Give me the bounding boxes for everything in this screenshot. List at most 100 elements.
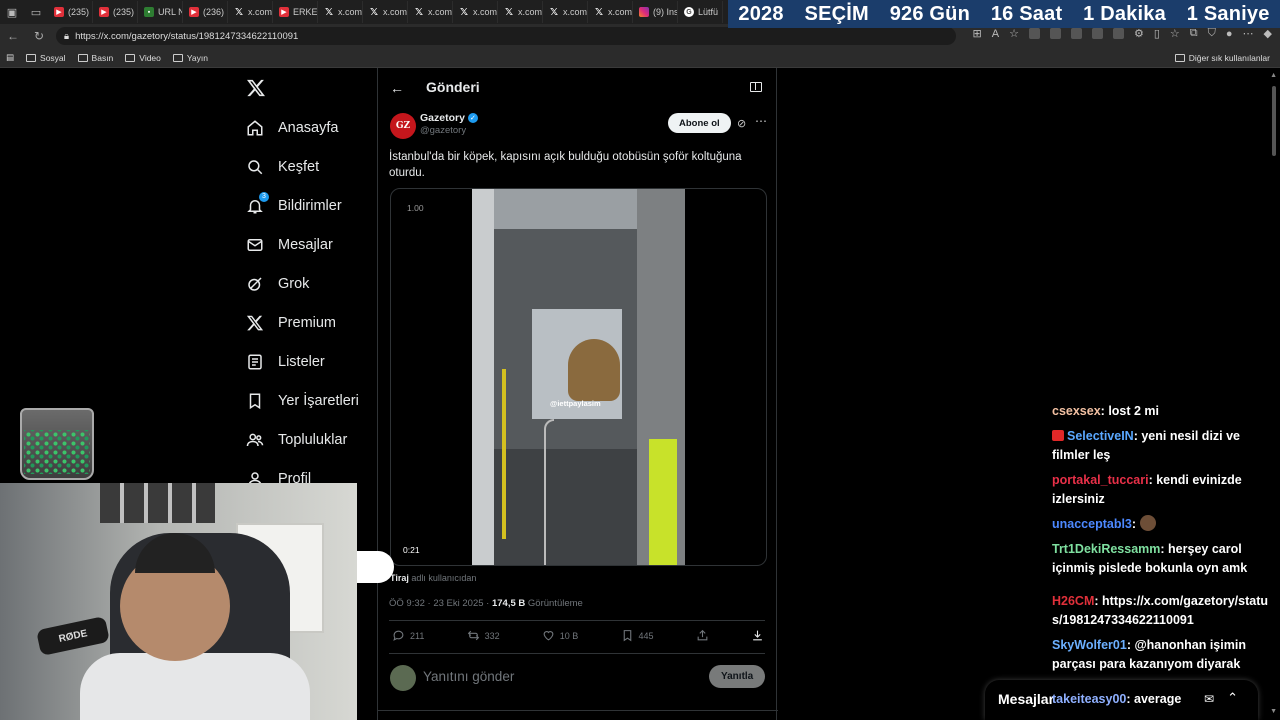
repost-button[interactable]: 332 — [467, 629, 500, 642]
extension-icon[interactable] — [1028, 28, 1040, 39]
chat-text: average — [1134, 692, 1182, 706]
list-icon — [246, 353, 264, 371]
chat-message: SelectiveIN: yeni nesil dizi ve filmler … — [1052, 429, 1241, 462]
scrollbar-thumb[interactable] — [1272, 86, 1276, 156]
browser-tab[interactable]: 𝕏x.com — [228, 1, 273, 23]
playback-speed[interactable]: 1.00 — [407, 203, 424, 213]
post-header: ← Gönderi — [378, 68, 778, 106]
other-bookmarks[interactable]: Diğer sık kullanılanlar — [1174, 53, 1270, 63]
favorites-icon[interactable]: ☆ — [1170, 27, 1180, 40]
folder-icon — [77, 53, 88, 62]
scroll-down-icon[interactable]: ▼ — [1270, 708, 1277, 715]
x-logo-icon[interactable] — [246, 78, 266, 98]
countdown-minutes: 1 Dakika — [1083, 2, 1166, 25]
more-options-icon[interactable]: ⋯ — [755, 114, 767, 128]
author-handle[interactable]: @gazetory — [420, 125, 478, 136]
browser-tab[interactable]: ▶ (235) — [48, 1, 93, 23]
bookmark-folder-basin[interactable]: Basın — [72, 53, 120, 63]
browser-tab[interactable]: 𝕏x.com — [363, 1, 408, 23]
chevron-up-icon[interactable]: ⌃ — [1227, 690, 1238, 706]
profile-avatar-icon[interactable]: ● — [1226, 28, 1233, 40]
current-user-avatar[interactable] — [390, 665, 416, 691]
video-frame: @iettpaylasim — [472, 189, 685, 565]
new-message-icon[interactable]: ✉ — [1204, 692, 1214, 706]
post-actions: 211 332 10 B 445 — [392, 629, 764, 642]
nav-item-explore[interactable]: Keşfet — [246, 147, 359, 186]
bookmark-button[interactable]: 445 — [621, 629, 654, 642]
bookmark-folder-video[interactable]: Video — [119, 53, 167, 63]
extension-icon[interactable] — [1070, 28, 1082, 39]
chat-username: takeiteasy00 — [1052, 692, 1127, 706]
tab-actions-icon[interactable]: ▭ — [24, 0, 48, 24]
refresh-icon[interactable]: ↻ — [26, 24, 52, 48]
subscribe-button[interactable]: Abone ol — [668, 113, 731, 133]
nav-item-premium[interactable]: Premium — [246, 303, 359, 342]
download-button[interactable] — [751, 629, 764, 642]
bookmark-folder-yayin[interactable]: Yayın — [167, 53, 214, 63]
browser-tab[interactable]: ▶ (235) — [93, 1, 138, 23]
reply-input[interactable]: Yanıtını gönder — [423, 669, 514, 684]
video-yellow-panel — [649, 439, 677, 565]
browser-tab[interactable]: G Lütfü — [678, 1, 723, 23]
extensions-puzzle-icon[interactable]: ⚙ — [1134, 27, 1144, 40]
browser-tab[interactable]: 𝕏x.com — [543, 1, 588, 23]
like-button[interactable]: 10 B — [542, 629, 578, 642]
bookmark-folder-sosyal[interactable]: Sosyal — [20, 53, 72, 63]
browser-tab[interactable]: ▪ URL N — [138, 1, 183, 23]
messages-dock-title: Mesajlar — [998, 691, 1055, 707]
video-player[interactable]: 1.00 @iettpaylasim 0:21 — [390, 188, 767, 566]
browser-toolbar-icons: ⊞ A ☆ ⚙ ▯ ☆ ⧉ ⛉ ● ⋯ ◆ — [973, 27, 1272, 40]
reader-mode-icon[interactable] — [750, 82, 762, 92]
workspaces-icon[interactable]: ▣ — [0, 0, 24, 24]
back-arrow-icon[interactable]: ← — [390, 80, 404, 96]
bookmarks-menu-icon[interactable]: ▤ — [0, 52, 20, 63]
nav-item-grok[interactable]: Grok — [246, 264, 359, 303]
chat-message: SkyWolfer01: @hanonhan işimin parçası pa… — [1052, 638, 1246, 671]
browser-tab[interactable]: 𝕏x.com — [318, 1, 363, 23]
tiraj-name[interactable]: Tiraj — [390, 573, 409, 583]
video-watermark: @iettpaylasim — [550, 399, 601, 408]
author-avatar[interactable]: GZ — [390, 113, 416, 139]
shield-icon[interactable]: ⛉ — [1208, 27, 1216, 40]
scroll-up-icon[interactable]: ▲ — [1270, 72, 1277, 79]
nav-item-home[interactable]: Anasayfa — [246, 108, 359, 147]
bell-icon: 3 — [246, 191, 269, 215]
author-name[interactable]: Gazetory — [420, 112, 465, 124]
back-arrow-icon[interactable]: ← — [0, 24, 26, 48]
extension-icon[interactable] — [1091, 28, 1103, 39]
extension-icon[interactable] — [1112, 28, 1124, 39]
post-timestamp[interactable]: ÖÖ 9:32 · 23 Eki 2025 · — [389, 598, 492, 609]
extension-icon[interactable] — [1049, 28, 1061, 39]
star-icon[interactable]: ☆ — [1009, 27, 1019, 40]
author-info[interactable]: Gazetory ✓ @gazetory — [420, 112, 478, 136]
nav-item-lists[interactable]: Listeler — [246, 342, 359, 381]
nav-item-bookmarks[interactable]: Yer İşaretleri — [246, 381, 359, 420]
browser-tab[interactable]: (9) Ins — [633, 1, 678, 23]
url-input[interactable]: 🔒︎ https://x.com/gazetory/status/1981247… — [56, 27, 956, 45]
browser-tab[interactable]: 𝕏x.com — [453, 1, 498, 23]
reply-submit-button[interactable]: Yanıtla — [709, 665, 766, 688]
chat-message: portakal_tuccari: kendi evinizde izlersi… — [1052, 473, 1242, 506]
nav-item-messages[interactable]: Mesajlar — [246, 225, 359, 264]
reply-button[interactable]: 211 — [392, 629, 424, 642]
more-menu-icon[interactable]: ⋯ — [1243, 27, 1254, 40]
browser-tab[interactable]: 𝕏x.com — [498, 1, 543, 23]
url-text: https://x.com/gazetory/status/1981247334… — [75, 30, 299, 42]
tracking-icon[interactable]: ⊞ — [973, 27, 982, 40]
browser-tab[interactable]: ▶ (236) — [183, 1, 228, 23]
copilot-icon[interactable]: ◆ — [1264, 27, 1272, 40]
browser-tab[interactable]: 𝕏x.com — [408, 1, 453, 23]
collections-icon[interactable]: ⧉ — [1190, 27, 1198, 40]
share-button[interactable] — [696, 629, 709, 642]
split-screen-icon[interactable]: ▯ — [1154, 27, 1160, 40]
bookmark-icon — [246, 392, 264, 410]
nav-item-notifications[interactable]: 3 Bildirimler — [246, 186, 359, 225]
nav-item-communities[interactable]: Topluluklar — [246, 420, 359, 459]
grok-explain-icon[interactable]: ⊘ — [737, 117, 746, 130]
x-icon — [246, 314, 264, 332]
read-aloud-icon[interactable]: A — [992, 28, 999, 40]
instagram-icon — [639, 7, 649, 17]
browser-tab[interactable]: ▶ERKEK — [273, 1, 318, 23]
video-handrail — [502, 369, 506, 539]
browser-tab[interactable]: 𝕏x.com — [588, 1, 633, 23]
